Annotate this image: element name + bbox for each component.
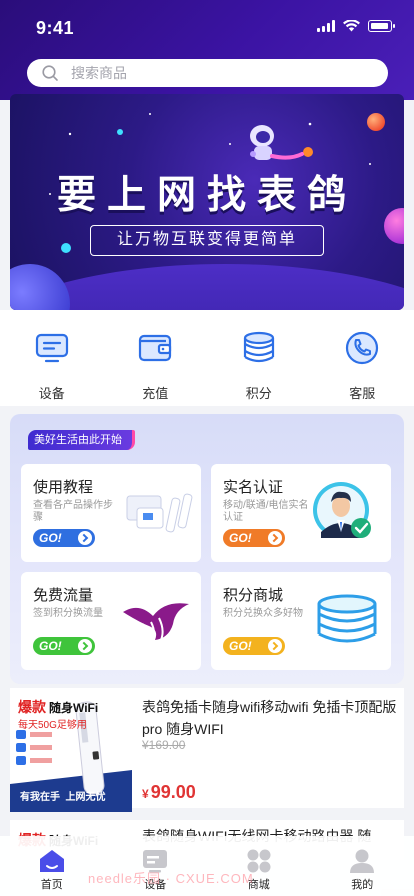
search-bar[interactable]: 搜索商品	[27, 59, 388, 87]
coins-stack-icon	[243, 331, 274, 363]
quick-item-recharge[interactable]: 充值	[104, 310, 208, 406]
feature-panel: 美好生活由此开始 使用教程 查看各产品操作步骤 GO! 实名认证 移动/联通/电…	[10, 414, 404, 684]
go-button[interactable]: GO!	[33, 637, 95, 655]
go-button[interactable]: GO!	[223, 637, 285, 655]
arrow-icon	[78, 639, 92, 653]
quick-icon-row: 设备 充值 积分 客服	[0, 310, 414, 406]
wallet-icon	[139, 334, 172, 362]
signal-icon	[317, 20, 335, 32]
image-banner: 有我在手 上网无忧	[20, 792, 106, 803]
banner-title: 要上网找表鸽	[56, 174, 357, 217]
monitor-icon	[35, 333, 68, 363]
quick-item-points[interactable]: 积分	[207, 310, 311, 406]
card-title: 实名认证	[223, 479, 284, 496]
watermark-text: needle乐园 · CXUE.COM	[88, 871, 254, 886]
battery-icon	[368, 20, 395, 32]
promo-banner[interactable]: 要上网找表鸽 让万物互联变得更简单	[10, 94, 404, 310]
banner-subtitle: 让万物互联变得更简单	[90, 225, 324, 256]
quick-label: 设备	[38, 386, 65, 401]
tab-bar: 首页 设备 商城 我的	[0, 836, 414, 896]
wifi-icon	[343, 20, 360, 32]
card-points-mall[interactable]: 积分商城 积分兑换众多好物 GO!	[211, 572, 391, 670]
quick-item-service[interactable]: 客服	[311, 310, 414, 406]
panel-tag: 美好生活由此开始	[28, 430, 135, 450]
quick-label: 充值	[142, 386, 169, 401]
card-desc: 查看各产品操作步骤	[33, 500, 113, 523]
user-icon	[350, 849, 375, 873]
card-desc: 积分兑换众多好物	[223, 608, 303, 619]
tab-home[interactable]: 首页	[0, 836, 104, 896]
card-free-data[interactable]: 免费流量 签到积分换流量 GO!	[21, 572, 201, 670]
card-title: 使用教程	[33, 479, 94, 496]
card-realname[interactable]: 实名认证 移动/联通/电信实名认证 GO!	[211, 464, 391, 562]
image-tagline: 每天50G足够用	[18, 720, 87, 731]
card-title: 积分商城	[223, 587, 284, 604]
tab-mall[interactable]: 商城	[207, 836, 311, 896]
tab-mine[interactable]: 我的	[311, 836, 414, 896]
product-card[interactable]: 爆款 随身WiFi 每天50G足够用 有我在手 上网无忧 表鸽免插卡随身wifi…	[10, 688, 404, 812]
arrow-icon	[268, 531, 282, 545]
app-screen: 9:41 搜索商品 要上网找表鸽 让万物互联变得更简单 设备 充值 积分 客服 …	[0, 0, 414, 896]
image-name: 随身WiFi	[49, 701, 99, 715]
go-button[interactable]: GO!	[223, 529, 285, 547]
search-placeholder[interactable]: 搜索商品	[71, 63, 127, 83]
devices-illustration-icon	[126, 493, 193, 533]
card-tutorial[interactable]: 使用教程 查看各产品操作步骤 GO!	[21, 464, 201, 562]
arrow-icon	[268, 639, 282, 653]
search-icon	[42, 65, 58, 81]
go-button[interactable]: GO!	[33, 529, 95, 547]
original-price: ¥169.00	[142, 738, 186, 752]
bird-logo-icon	[123, 603, 189, 643]
status-bar: 9:41	[0, 0, 414, 50]
product-price: ¥99.00	[142, 782, 196, 802]
quick-item-device[interactable]: 设备	[0, 310, 104, 406]
product-image[interactable]: 爆款 随身WiFi 每天50G足够用 有我在手 上网无忧	[10, 688, 132, 812]
home-icon	[39, 850, 64, 872]
coins-stack-icon	[317, 594, 377, 643]
astronaut-icon	[250, 125, 304, 160]
arrow-icon	[78, 531, 92, 545]
image-brand: 爆款	[18, 699, 46, 715]
card-title: 免费流量	[33, 587, 94, 604]
header: 9:41 搜索商品	[0, 0, 414, 100]
phone-icon	[346, 331, 379, 365]
quick-label: 客服	[349, 386, 376, 401]
status-time: 9:41	[36, 18, 75, 38]
quick-label: 积分	[245, 386, 272, 401]
tab-device[interactable]: 设备	[104, 836, 208, 896]
status-icons	[317, 20, 395, 32]
card-desc: 移动/联通/电信实名认证	[223, 500, 309, 523]
product-title[interactable]: 表鸽免插卡随身wifi移动wifi 免插卡顶配版pro 随身WIFI	[142, 696, 400, 740]
verified-user-icon	[313, 482, 371, 538]
card-desc: 签到积分换流量	[33, 608, 103, 619]
tab-label: 我的	[351, 879, 374, 891]
